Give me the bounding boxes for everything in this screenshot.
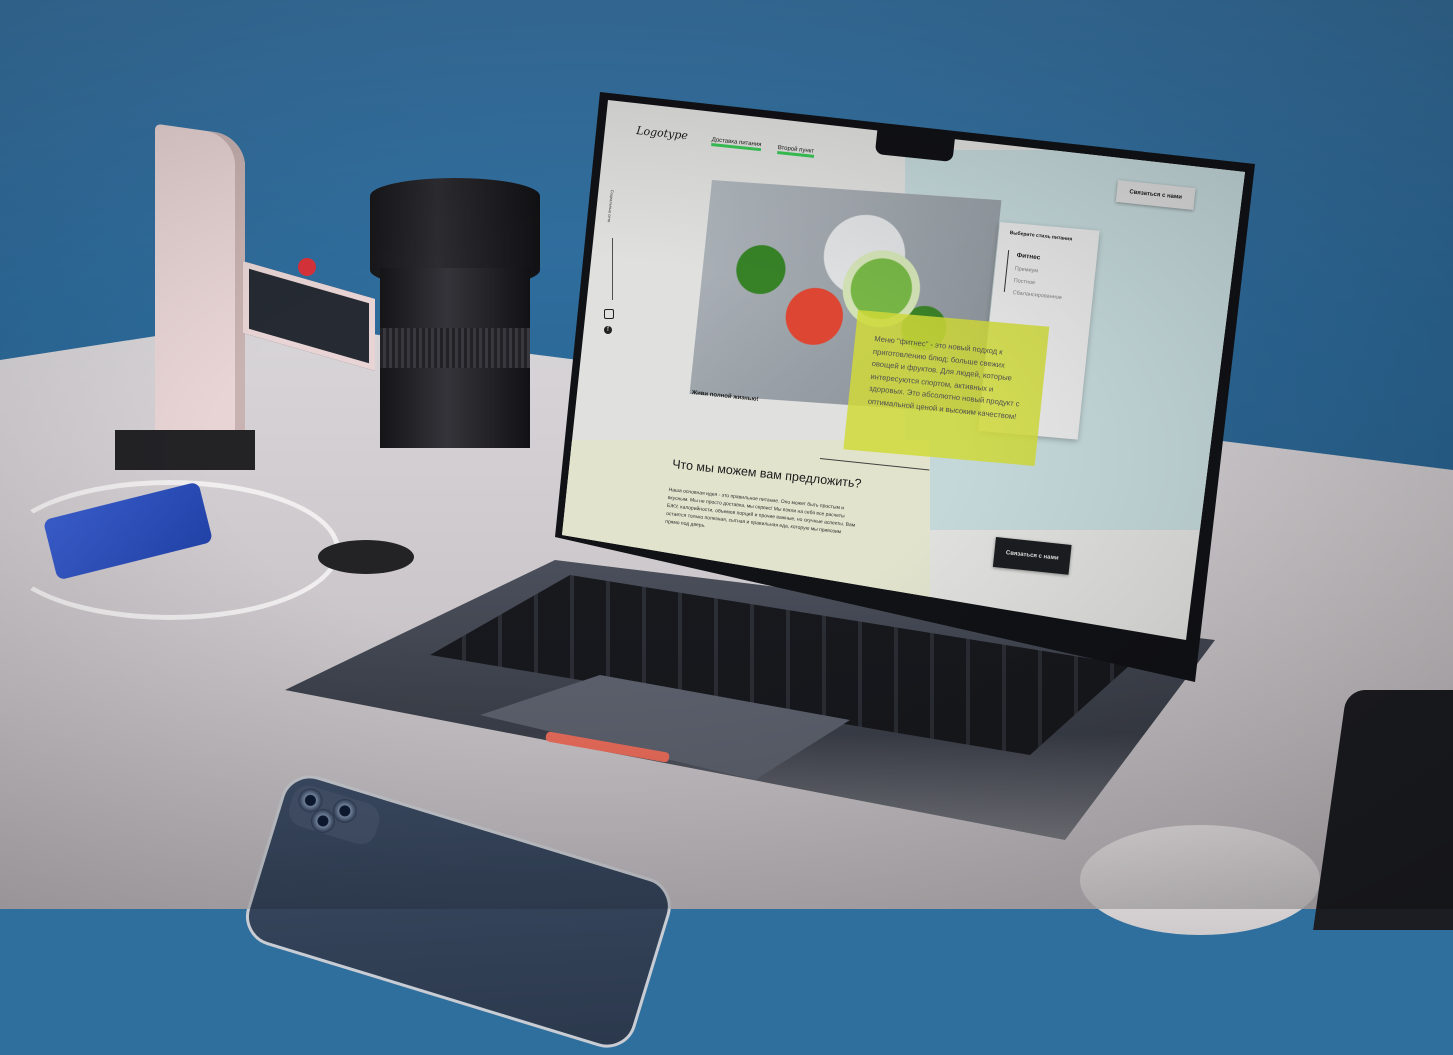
arcade-joystick [298,258,316,276]
arcade-body [155,123,245,457]
arcade-control-panel [243,261,375,371]
mini-arcade-cabinet [115,123,375,470]
lens-focus-ring [380,328,530,368]
computer-mouse [1080,825,1320,935]
arcade-base [115,430,255,470]
camera-lens [370,178,540,458]
charging-puck [318,540,414,574]
